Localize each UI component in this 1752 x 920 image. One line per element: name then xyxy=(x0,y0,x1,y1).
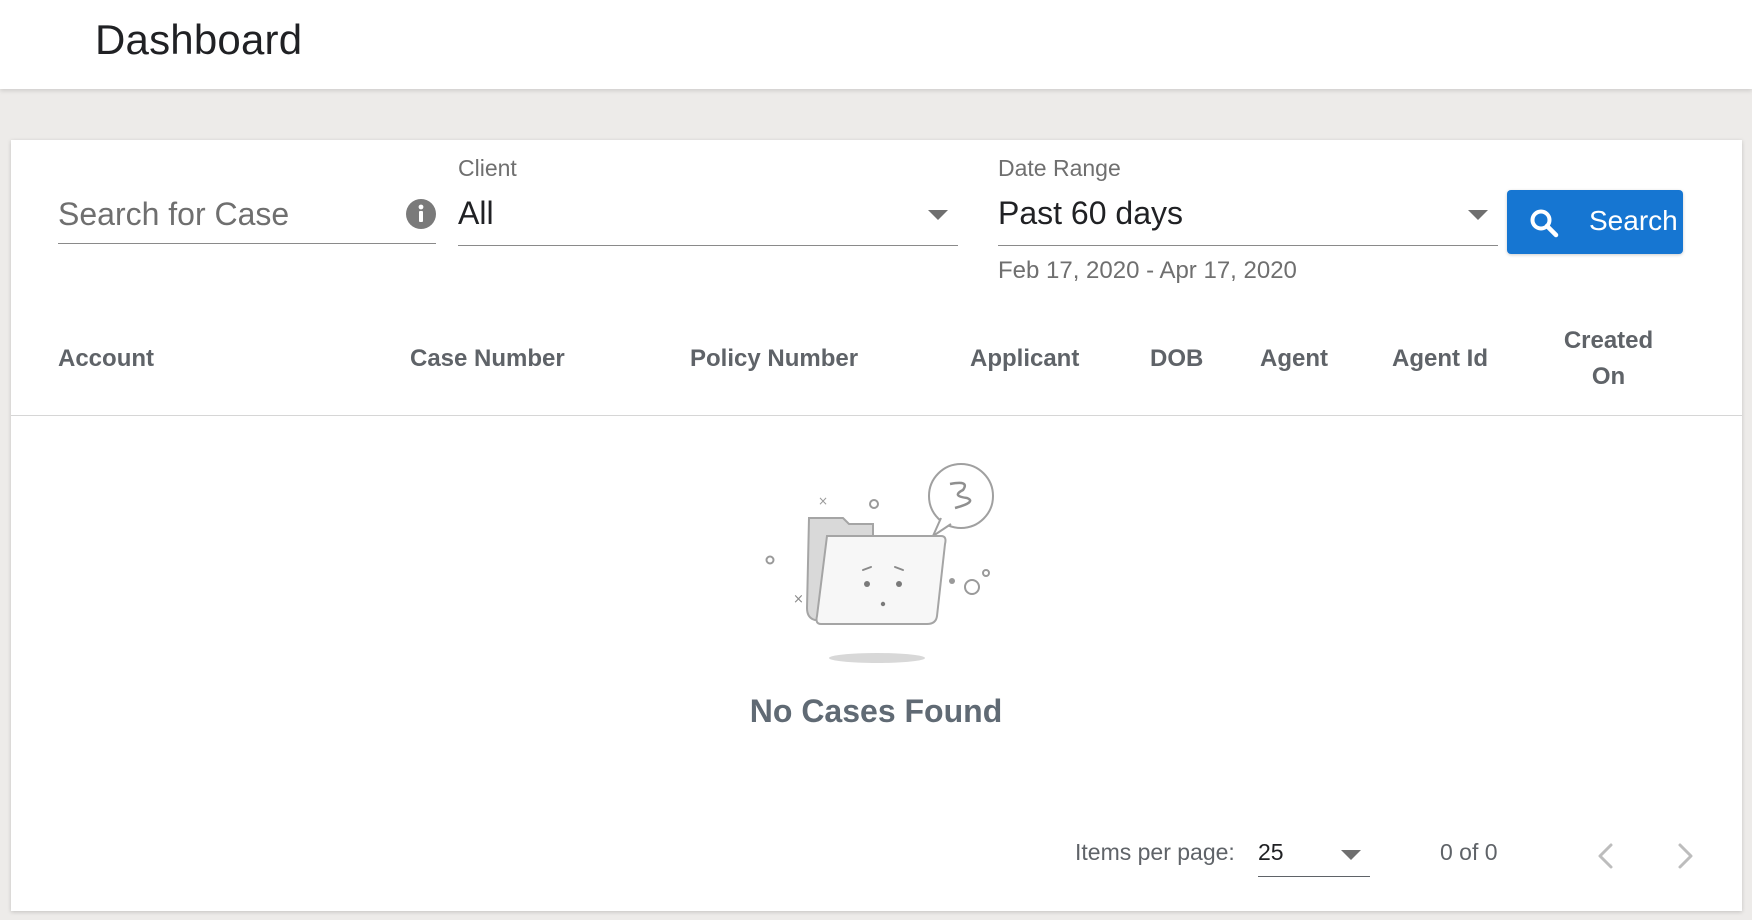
items-per-page-underline xyxy=(1258,876,1370,877)
date-range-value[interactable]: Past 60 days xyxy=(998,195,1183,232)
page-title: Dashboard xyxy=(95,16,303,63)
table-header-divider xyxy=(11,415,1742,416)
info-icon[interactable] xyxy=(406,199,436,229)
client-underline xyxy=(458,245,958,246)
column-header-dob[interactable]: DOB xyxy=(1150,345,1203,373)
date-range-select[interactable]: Date Range Past 60 days xyxy=(998,155,1498,247)
items-per-page-label: Items per page: xyxy=(1075,839,1235,865)
column-header-created-on[interactable]: Created On xyxy=(1556,323,1661,395)
chevron-down-icon[interactable] xyxy=(1468,210,1488,220)
client-value[interactable]: All xyxy=(458,195,494,232)
search-input-underline xyxy=(58,243,436,244)
date-range-label: Date Range xyxy=(998,155,1121,181)
pagination-range: 0 of 0 xyxy=(1440,839,1498,865)
column-header-account[interactable]: Account xyxy=(58,345,154,373)
search-button-label: Search xyxy=(1589,205,1678,236)
empty-state-message: No Cases Found xyxy=(749,693,1003,729)
search-field[interactable]: Search for Case xyxy=(58,180,436,246)
svg-text:×: × xyxy=(818,494,828,508)
next-page-icon[interactable] xyxy=(1665,836,1705,876)
date-range-underline xyxy=(998,245,1498,246)
top-bar: Dashboard xyxy=(0,0,1752,89)
column-header-policy-number[interactable]: Policy Number xyxy=(690,345,858,373)
empty-folder-illustration: × × xyxy=(765,463,994,663)
column-header-agent[interactable]: Agent xyxy=(1260,345,1328,373)
previous-page-icon[interactable] xyxy=(1586,836,1626,876)
client-label: Client xyxy=(458,155,517,181)
search-icon xyxy=(1530,209,1559,238)
items-per-page-value[interactable]: 25 xyxy=(1258,839,1284,866)
client-select[interactable]: Client All xyxy=(458,155,958,247)
search-button[interactable]: Search xyxy=(1507,190,1683,254)
search-input-placeholder[interactable]: Search for Case xyxy=(58,196,289,233)
column-header-case-number[interactable]: Case Number xyxy=(410,345,565,373)
chevron-down-icon[interactable] xyxy=(928,210,948,220)
date-range-hint: Feb 17, 2020 - Apr 17, 2020 xyxy=(998,257,1297,284)
column-header-applicant[interactable]: Applicant xyxy=(970,345,1079,373)
svg-text:×: × xyxy=(793,592,804,607)
chevron-down-icon[interactable] xyxy=(1341,850,1361,860)
column-header-agent-id[interactable]: Agent Id xyxy=(1392,345,1488,373)
